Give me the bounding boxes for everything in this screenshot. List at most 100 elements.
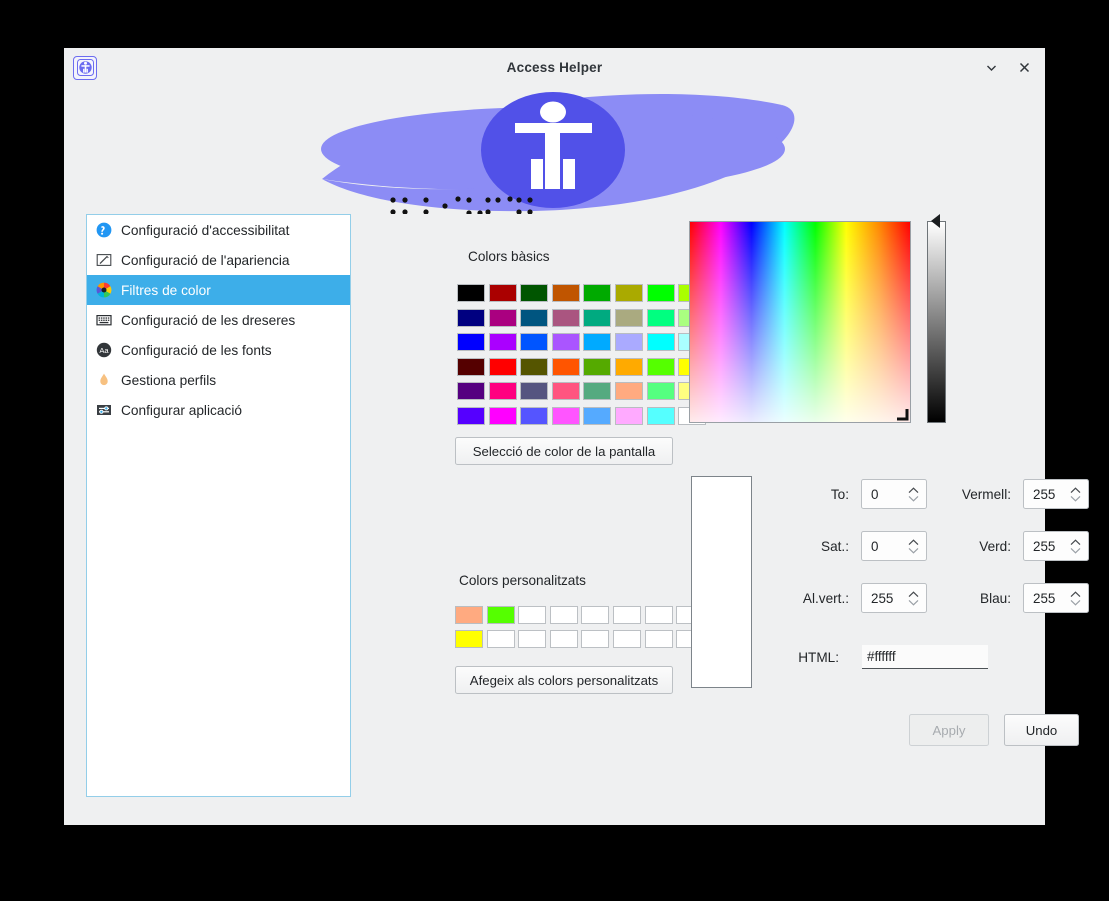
spinner-arrows-icon[interactable] — [908, 480, 919, 508]
hue-spinbox[interactable]: 0 — [861, 479, 927, 509]
basic-color-swatch-3-0[interactable] — [457, 357, 485, 376]
red-spinbox[interactable]: 255 — [1023, 479, 1089, 509]
basic-color-swatch-4-3[interactable] — [551, 382, 580, 400]
custom-color-swatch-0-1[interactable] — [486, 606, 515, 624]
spinner-arrows-icon[interactable] — [908, 532, 919, 560]
basic-color-swatch-2-4[interactable] — [583, 333, 612, 351]
custom-color-swatch-1-2[interactable] — [518, 630, 547, 648]
basic-color-swatch-3-3[interactable] — [551, 357, 580, 376]
spinner-arrows-icon[interactable] — [1070, 584, 1081, 612]
value-slider[interactable] — [927, 221, 946, 423]
custom-color-swatch-1-5[interactable] — [612, 630, 641, 648]
sidebar-item-shortcuts[interactable]: Configuració de les dreseres — [87, 305, 350, 335]
html-color-value: #ffffff — [867, 649, 896, 664]
basic-color-swatch-2-2[interactable] — [520, 333, 549, 351]
basic-color-swatch-4-0[interactable] — [457, 382, 485, 400]
basic-color-swatch-4-4[interactable] — [583, 382, 612, 400]
spinner-arrows-icon[interactable] — [1070, 532, 1081, 560]
basic-color-swatch-1-3[interactable] — [551, 308, 580, 327]
basic-color-swatch-3-6[interactable] — [646, 357, 675, 376]
blue-label: Blau: — [980, 590, 1011, 606]
undo-button[interactable]: Undo — [1004, 714, 1079, 746]
close-icon[interactable] — [1011, 55, 1037, 81]
sidebar-item-appearance[interactable]: Configuració de l'apariencia — [87, 245, 350, 275]
basic-colors-grid[interactable] — [457, 284, 707, 425]
basic-color-swatch-5-1[interactable] — [488, 406, 517, 425]
spinner-arrows-icon[interactable] — [908, 584, 919, 612]
basic-color-swatch-5-6[interactable] — [646, 406, 675, 425]
sidebar-item-accessibility[interactable]: Configuració d'accessibilitat — [87, 215, 350, 245]
basic-color-swatch-3-2[interactable] — [520, 357, 549, 376]
add-custom-color-button[interactable]: Afegeix als colors personalitzats — [455, 666, 673, 694]
custom-colors-label: Colors personalitzats — [459, 573, 586, 588]
sliders-icon — [95, 401, 113, 419]
custom-color-swatch-0-6[interactable] — [644, 606, 673, 624]
saturation-value-picker[interactable] — [689, 221, 911, 423]
green-value: 255 — [1033, 538, 1056, 554]
red-label: Vermell: — [961, 486, 1011, 502]
sidebar-item-fonts[interactable]: Aa Configuració de les fonts — [87, 335, 350, 365]
basic-color-swatch-1-5[interactable] — [614, 308, 643, 327]
sidebar-item-label: Configuració d'accessibilitat — [121, 222, 290, 238]
basic-color-swatch-3-5[interactable] — [614, 357, 643, 376]
basic-color-swatch-2-0[interactable] — [457, 333, 485, 351]
value-field-row: Al.vert.: 255 — [777, 583, 927, 613]
basic-color-swatch-3-4[interactable] — [583, 357, 612, 376]
basic-color-swatch-5-0[interactable] — [457, 406, 485, 425]
custom-color-swatch-1-3[interactable] — [549, 630, 578, 648]
basic-color-swatch-4-5[interactable] — [614, 382, 643, 400]
basic-color-swatch-3-1[interactable] — [488, 357, 517, 376]
basic-color-swatch-0-3[interactable] — [551, 284, 580, 302]
basic-color-swatch-0-4[interactable] — [583, 284, 612, 302]
custom-colors-grid[interactable] — [455, 606, 705, 648]
basic-color-swatch-1-6[interactable] — [646, 308, 675, 327]
basic-color-swatch-0-1[interactable] — [488, 284, 517, 302]
basic-color-swatch-0-0[interactable] — [457, 284, 485, 302]
basic-color-swatch-4-2[interactable] — [520, 382, 549, 400]
custom-color-swatch-1-6[interactable] — [644, 630, 673, 648]
spinner-arrows-icon[interactable] — [1070, 480, 1081, 508]
basic-color-swatch-5-3[interactable] — [551, 406, 580, 425]
basic-color-swatch-1-0[interactable] — [457, 308, 485, 327]
basic-color-swatch-1-4[interactable] — [583, 308, 612, 327]
value-label: Al.vert.: — [802, 590, 849, 606]
basic-color-swatch-5-2[interactable] — [520, 406, 549, 425]
custom-color-swatch-1-4[interactable] — [581, 630, 610, 648]
basic-color-swatch-1-1[interactable] — [488, 308, 517, 327]
sidebar-item-configure-app[interactable]: Configurar aplicació — [87, 395, 350, 425]
value-slider-handle[interactable] — [931, 214, 940, 228]
blue-spinbox[interactable]: 255 — [1023, 583, 1089, 613]
sidebar-item-profiles[interactable]: Gestiona perfils — [87, 365, 350, 395]
basic-color-swatch-4-1[interactable] — [488, 382, 517, 400]
custom-color-swatch-0-2[interactable] — [518, 606, 547, 624]
custom-color-swatch-0-4[interactable] — [581, 606, 610, 624]
screen-color-picker-button[interactable]: Selecció de color de la pantalla — [455, 437, 673, 465]
value-spinbox[interactable]: 255 — [861, 583, 927, 613]
basic-color-swatch-2-1[interactable] — [488, 333, 517, 351]
apply-button[interactable]: Apply — [909, 714, 989, 746]
html-color-input[interactable]: #ffffff — [862, 645, 988, 669]
minimize-icon[interactable] — [978, 55, 1004, 81]
basic-color-swatch-4-6[interactable] — [646, 382, 675, 400]
basic-color-swatch-0-6[interactable] — [646, 284, 675, 302]
blue-field-row: Blau: 255 — [929, 583, 1089, 613]
custom-color-swatch-0-5[interactable] — [612, 606, 641, 624]
basic-color-swatch-5-4[interactable] — [583, 406, 612, 425]
blue-value: 255 — [1033, 590, 1056, 606]
sidebar-item-color-filters[interactable]: Filtres de color — [87, 275, 350, 305]
basic-color-swatch-5-5[interactable] — [614, 406, 643, 425]
basic-color-swatch-0-2[interactable] — [520, 284, 549, 302]
custom-color-swatch-1-0[interactable] — [455, 630, 483, 648]
custom-color-swatch-0-0[interactable] — [455, 606, 483, 624]
basic-color-swatch-2-3[interactable] — [551, 333, 580, 351]
custom-color-swatch-0-3[interactable] — [549, 606, 578, 624]
custom-color-swatch-1-1[interactable] — [486, 630, 515, 648]
basic-color-swatch-2-5[interactable] — [614, 333, 643, 351]
basic-color-swatch-0-5[interactable] — [614, 284, 643, 302]
app-icon — [73, 55, 97, 80]
saturation-spinbox[interactable]: 0 — [861, 531, 927, 561]
basic-color-swatch-1-2[interactable] — [520, 308, 549, 327]
value-value: 255 — [871, 590, 894, 606]
green-spinbox[interactable]: 255 — [1023, 531, 1089, 561]
basic-color-swatch-2-6[interactable] — [646, 333, 675, 351]
